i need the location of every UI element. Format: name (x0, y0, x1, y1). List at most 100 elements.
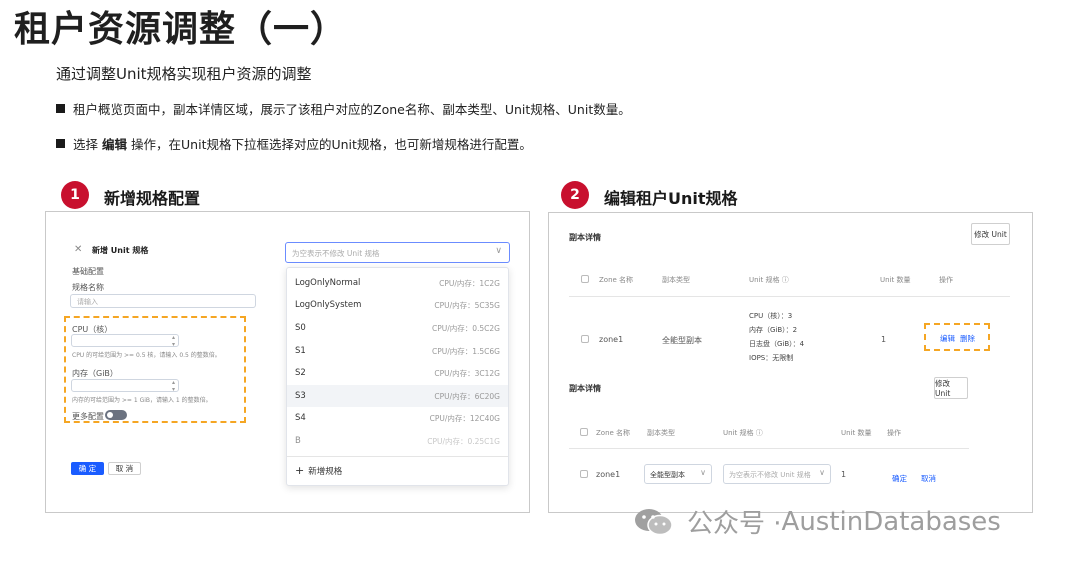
stepper-arrows-icon[interactable]: ▴ ▾ (172, 379, 175, 393)
step-2-badge: 2 (561, 181, 589, 209)
mem-hint: 内存的可给范围为 >= 1 GiB，请输入 1 的整数倍。 (72, 397, 212, 404)
col-replica-type: 副本类型 (662, 276, 690, 284)
row-checkbox[interactable] (581, 335, 589, 343)
new-spec-panel: ✕ 新增 Unit 规格 基础配置 规格名称 请输入 CPU（核） ▴ ▾ CPU… (45, 211, 530, 513)
row-checkbox-2[interactable] (580, 470, 588, 478)
option-spec: CPU/内存：6C20G (434, 391, 500, 401)
stepper-arrows-icon[interactable]: ▴ ▾ (172, 334, 175, 348)
col-zone: Zone 名称 (599, 276, 634, 284)
modify-unit-button-2[interactable]: 修改 Unit (934, 377, 968, 399)
row-spec-cpu: CPU（核）：3 (749, 312, 793, 320)
row-spec-iops: IOPS：无限制 (749, 354, 794, 362)
plus-icon: + (295, 464, 305, 477)
dropdown-option[interactable]: S0 CPU/内存：0.5C2G (287, 317, 508, 339)
dialog-title: 新增 Unit 规格 (92, 246, 149, 255)
unit-spec-select[interactable]: 为空表示不修改 Unit 规格 ∨ (285, 242, 510, 263)
spec-name-placeholder: 请输入 (77, 298, 98, 306)
bullet-square-icon (56, 104, 65, 113)
edit-unit-panel: 副本详情 修改 Unit Zone 名称 副本类型 Unit 规格 ⓘ Unit… (548, 212, 1033, 513)
cpu-stepper[interactable]: ▴ ▾ (71, 334, 179, 348)
option-name: LogOnlyNormal (295, 278, 361, 288)
bullet-2-prefix: 选择 (73, 137, 99, 152)
dropdown-option[interactable]: S1 CPU/内存：1.5C6G (287, 340, 508, 362)
dropdown-option[interactable]: S4 CPU/内存：12C40G (287, 407, 508, 429)
chevron-down-icon: ∨ (495, 246, 502, 256)
row-replica-type: 全能型副本 (662, 336, 702, 345)
unit-spec-select-2[interactable]: 为空表示不修改 Unit 规格 ∨ (723, 464, 831, 484)
page-title: 租户资源调整（一） (14, 9, 348, 50)
col-unit-spec: Unit 规格 ⓘ (749, 276, 789, 284)
unit-spec-select-placeholder: 为空表示不修改 Unit 规格 (292, 249, 380, 258)
bullet-2-bold: 编辑 (102, 137, 128, 152)
replica-type-select-value: 全能型副本 (650, 471, 685, 479)
replica-section-title: 副本详情 (569, 233, 601, 242)
chevron-down-icon: ∨ (819, 468, 825, 477)
dropdown-option-selected[interactable]: S3 CPU/内存：6C20G (287, 385, 508, 407)
col-unit-count: Unit 数量 (880, 276, 911, 284)
dropdown-option[interactable]: LogOnlyNormal CPU/内存：1C2G (287, 272, 508, 294)
page-subtitle: 通过调整Unit规格实现租户资源的调整 (56, 65, 312, 83)
bullet-2: 选择 编辑 操作，在Unit规格下拉框选择对应的Unit规格，也可新增规格进行配… (56, 134, 532, 153)
col-actions-2: 操作 (887, 429, 901, 437)
replica-type-select[interactable]: 全能型副本 ∨ (644, 464, 712, 484)
option-spec: CPU/内存：1C2G (439, 278, 500, 288)
more-config-label: 更多配置 (72, 412, 104, 421)
watermark: 公众号 · AustinDatabases (633, 503, 1001, 540)
unit-spec-select-2-placeholder: 为空表示不修改 Unit 规格 (729, 471, 811, 479)
resource-highlight-box: CPU（核） ▴ ▾ CPU 的可给范围为 >= 0.5 核，请输入 0.5 的整… (64, 316, 246, 423)
watermark-name: AustinDatabases (781, 506, 1001, 537)
section-basic-label: 基础配置 (72, 267, 104, 276)
row-unit-count: 1 (881, 335, 887, 344)
add-spec-button[interactable]: + 新增规格 (295, 464, 342, 477)
option-spec: CPU/内存：3C12G (434, 368, 500, 378)
col-replica-type-2: 副本类型 (647, 429, 675, 437)
step-2-label: 编辑租户Unit规格 (604, 189, 738, 208)
dropdown-divider (287, 456, 508, 457)
option-name: S2 (295, 368, 306, 378)
col-actions: 操作 (939, 276, 953, 284)
wechat-icon (635, 508, 673, 535)
close-icon[interactable]: ✕ (74, 244, 82, 255)
mem-label: 内存（GiB） (72, 369, 118, 378)
spec-name-label: 规格名称 (72, 283, 104, 292)
option-name: LogOnlySystem (295, 300, 362, 310)
option-spec: CPU/内存：0.5C2G (431, 323, 500, 333)
cancel-link[interactable]: 取消 (921, 473, 936, 484)
confirm-link[interactable]: 确定 (892, 473, 907, 484)
col-unit-count-2: Unit 数量 (841, 429, 872, 437)
watermark-prefix: 公众号 · (687, 509, 782, 539)
confirm-button[interactable]: 确 定 (71, 462, 104, 475)
row-unit-count-2: 1 (841, 470, 847, 479)
table-header-divider-2 (569, 448, 969, 449)
row-zone: zone1 (599, 335, 624, 344)
dropdown-option[interactable]: B CPU/内存：0.25C1G (287, 430, 508, 452)
option-name: S4 (295, 413, 306, 423)
mem-stepper[interactable]: ▴ ▾ (71, 379, 179, 393)
bullet-1-text: 租户概览页面中，副本详情区域，展示了该租户对应的Zone名称、副本类型、Unit… (73, 102, 631, 117)
option-spec: CPU/内存：0.25C1G (427, 436, 500, 446)
option-name: S0 (295, 323, 306, 333)
cancel-button[interactable]: 取 消 (108, 462, 141, 475)
dropdown-option[interactable]: LogOnlySystem CPU/内存：5C35G (287, 294, 508, 316)
row-spec-log: 日志盘（GiB）：4 (749, 340, 805, 348)
edit-link[interactable]: 编辑 (940, 333, 955, 344)
row-zone-2: zone1 (596, 470, 621, 479)
actions-highlight-box: 编辑 删除 (924, 323, 990, 351)
replica-section-title-2: 副本详情 (569, 384, 601, 393)
option-name: S1 (295, 346, 306, 356)
option-spec: CPU/内存：1.5C6G (431, 346, 500, 356)
select-all-checkbox[interactable] (581, 275, 589, 283)
option-spec: CPU/内存：12C40G (429, 413, 500, 423)
step-1-badge: 1 (61, 181, 89, 209)
col-zone-2: Zone 名称 (596, 429, 631, 437)
more-config-toggle[interactable] (105, 410, 127, 420)
option-spec: CPU/内存：5C35G (434, 300, 500, 310)
delete-link[interactable]: 删除 (960, 333, 975, 344)
select-all-checkbox-2[interactable] (580, 428, 588, 436)
dropdown-option[interactable]: S2 CPU/内存：3C12G (287, 362, 508, 384)
step-1-label: 新增规格配置 (104, 189, 201, 208)
bullet-1: 租户概览页面中，副本详情区域，展示了该租户对应的Zone名称、副本类型、Unit… (56, 99, 631, 118)
modify-unit-button[interactable]: 修改 Unit (971, 223, 1010, 245)
col-unit-spec-2: Unit 规格 ⓘ (723, 429, 763, 437)
spec-name-input[interactable]: 请输入 (70, 294, 256, 308)
